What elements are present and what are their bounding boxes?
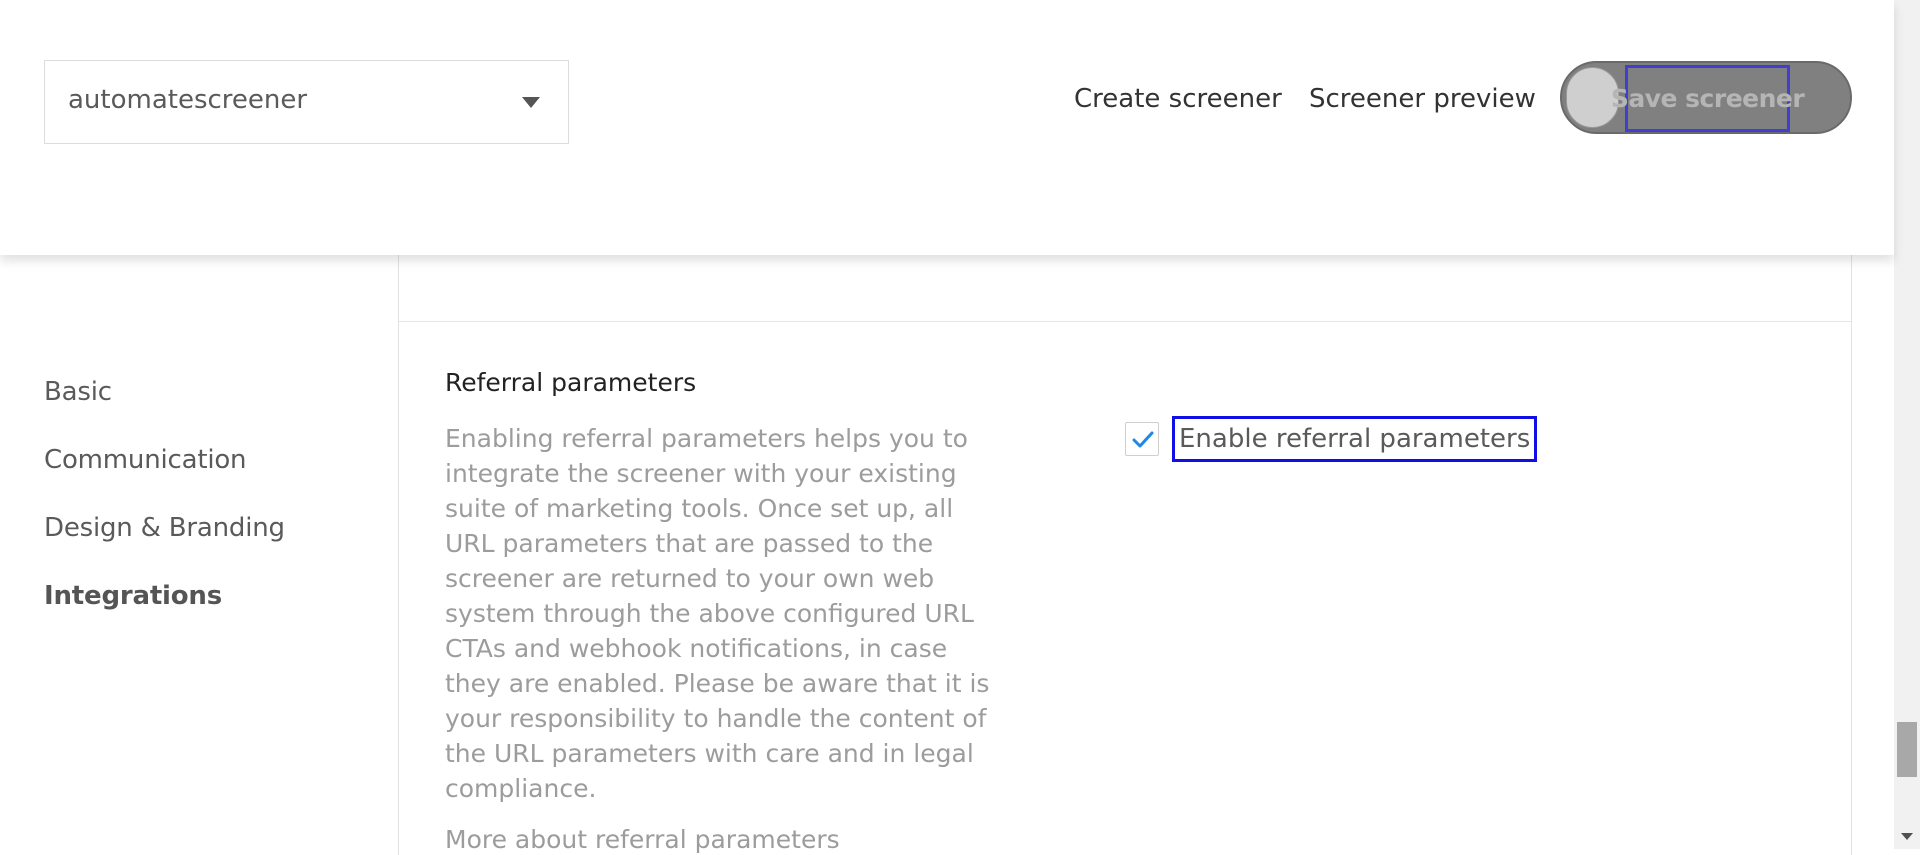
sidebar-item-communication[interactable]: Communication bbox=[44, 445, 247, 475]
sidebar-item-integrations[interactable]: Integrations bbox=[44, 581, 222, 611]
referral-section-title: Referral parameters bbox=[445, 368, 697, 397]
checkmark-icon bbox=[1132, 431, 1154, 448]
save-screener-label: Save screener bbox=[1611, 65, 1805, 132]
save-screener-button[interactable]: Save screener bbox=[1560, 61, 1852, 134]
integrations-panel: Referral parameters Enabling referral pa… bbox=[398, 255, 1852, 855]
chevron-down-icon bbox=[522, 97, 540, 108]
screener-select[interactable]: automatescreener bbox=[44, 60, 569, 144]
sidebar-item-basic[interactable]: Basic bbox=[44, 377, 112, 407]
screener-preview-link[interactable]: Screener preview bbox=[1309, 84, 1536, 114]
screener-select-value: automatescreener bbox=[68, 85, 308, 115]
create-screener-link[interactable]: Create screener bbox=[1074, 84, 1282, 114]
referral-more-link[interactable]: More about referral parameters bbox=[445, 825, 840, 854]
sidebar-item-design-branding[interactable]: Design & Branding bbox=[44, 513, 285, 543]
page-scrollbar[interactable] bbox=[1894, 0, 1920, 849]
top-header: automatescreener Create screener Screene… bbox=[0, 0, 1894, 255]
settings-sidebar: Basic Communication Design & Branding In… bbox=[0, 255, 398, 849]
scrollbar-thumb[interactable] bbox=[1897, 722, 1917, 777]
section-divider bbox=[399, 321, 1851, 322]
enable-referral-label[interactable]: Enable referral parameters bbox=[1172, 416, 1538, 462]
enable-referral-checkbox[interactable] bbox=[1125, 422, 1159, 456]
referral-section-description: Enabling referral parameters helps you t… bbox=[445, 424, 990, 803]
scroll-down-arrow-icon[interactable] bbox=[1901, 833, 1913, 840]
